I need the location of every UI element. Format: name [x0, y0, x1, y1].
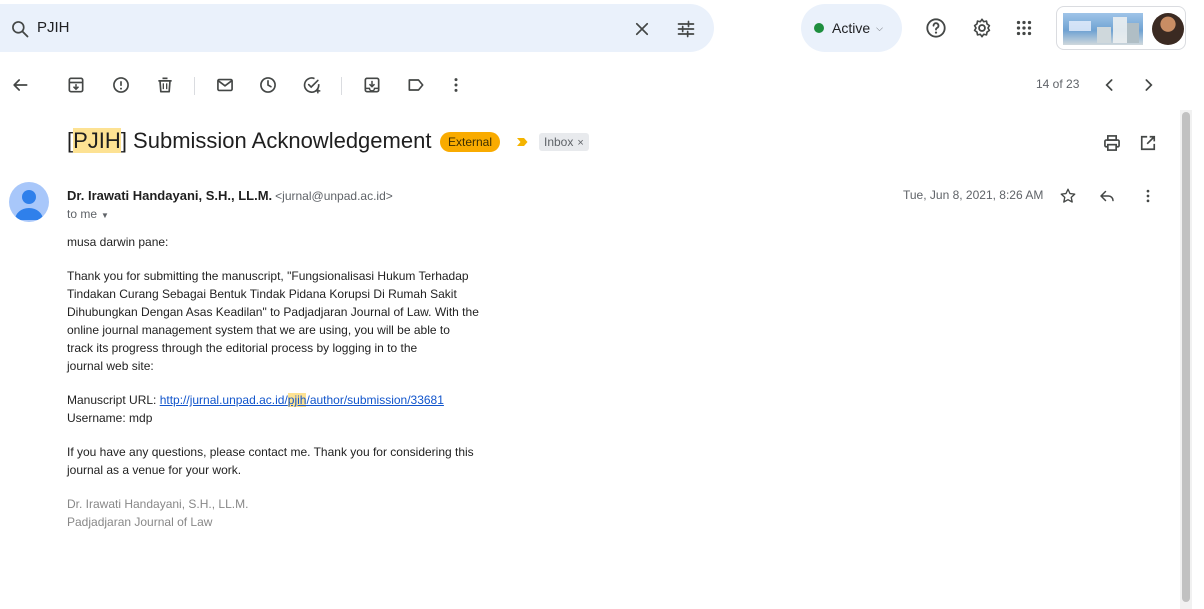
- search-icon[interactable]: [10, 19, 30, 39]
- search-options-icon[interactable]: [676, 19, 696, 39]
- sender-info: Dr. Irawati Handayani, S.H., LL.M. <jurna…: [67, 188, 393, 203]
- sender-name[interactable]: Dr. Irawati Handayani, S.H., LL.M.: [67, 188, 272, 203]
- inbox-label-text: Inbox: [544, 135, 574, 149]
- importance-marker-icon[interactable]: [515, 135, 529, 149]
- url-highlight: pjih: [287, 393, 307, 407]
- email-subject: [PJIH] Submission Acknowledgement: [67, 128, 432, 153]
- username-line: Username: mdp: [67, 411, 153, 425]
- clear-search-icon[interactable]: [633, 20, 651, 38]
- signature: Dr. Irawati Handayani, S.H., LL.M. Padja…: [67, 495, 527, 531]
- chevron-down-icon: ⌵: [876, 22, 883, 33]
- reply-icon[interactable]: [1098, 187, 1116, 205]
- submission-details: Manuscript URL: http://jurnal.unpad.ac.i…: [67, 391, 527, 427]
- search-box[interactable]: PJIH: [0, 4, 714, 52]
- body-line: Dihubungkan Dengan Asas Keadilan" to Pad…: [67, 305, 479, 319]
- mark-unread-icon[interactable]: [215, 75, 235, 95]
- apps-grid-icon[interactable]: [1013, 17, 1035, 39]
- delete-icon[interactable]: [155, 75, 175, 95]
- gear-icon[interactable]: [971, 17, 993, 39]
- greeting: musa darwin pane:: [67, 235, 169, 249]
- search-input[interactable]: PJIH: [37, 19, 70, 36]
- top-bar: PJIH Active ⌵: [0, 0, 1204, 60]
- signature-org: Padjadjaran Journal of Law: [67, 515, 213, 529]
- body-line: journal as a venue for your work.: [67, 463, 242, 477]
- snooze-icon[interactable]: [258, 75, 278, 95]
- older-chevron-icon[interactable]: [1138, 75, 1158, 95]
- message-date: Tue, Jun 8, 2021, 8:26 AM: [903, 188, 1044, 202]
- body-line: Thank you for submitting the manuscript,…: [67, 269, 469, 283]
- status-dot-icon: [814, 23, 824, 33]
- report-spam-icon[interactable]: [111, 75, 131, 95]
- message-toolbar: 14 of 23: [0, 64, 1180, 106]
- body-line: track its progress through the editorial…: [67, 341, 418, 355]
- subject-highlight: PJIH: [73, 128, 121, 153]
- organization-logo: [1063, 13, 1143, 45]
- label-icon[interactable]: [406, 75, 426, 95]
- body-line: Tindakan Curang Sebagai Bentuk Tindak Pi…: [67, 287, 457, 301]
- inbox-label-chip: Inbox ×: [539, 133, 589, 151]
- account-switcher[interactable]: [1056, 6, 1186, 50]
- star-icon[interactable]: [1059, 187, 1077, 205]
- recipient-details[interactable]: to me ▼: [67, 207, 109, 221]
- archive-icon[interactable]: [66, 75, 86, 95]
- scrollbar-thumb[interactable]: [1182, 112, 1190, 602]
- body-paragraph-1: Thank you for submitting the manuscript,…: [67, 267, 527, 375]
- message-more-icon[interactable]: [1139, 187, 1157, 205]
- subject-text: Submission Acknowledgement: [126, 128, 432, 153]
- body-paragraph-3: If you have any questions, please contac…: [67, 443, 527, 479]
- move-to-icon[interactable]: [362, 75, 382, 95]
- more-options-icon[interactable]: [446, 75, 466, 95]
- body-line: journal web site:: [67, 359, 154, 373]
- manuscript-link[interactable]: http://jurnal.unpad.ac.id/pjih/author/su…: [160, 393, 444, 407]
- manuscript-label: Manuscript URL:: [67, 393, 160, 407]
- open-in-new-window-icon[interactable]: [1138, 133, 1158, 153]
- newer-chevron-icon[interactable]: [1100, 75, 1120, 95]
- sender-avatar[interactable]: [9, 182, 49, 222]
- toolbar-divider: [194, 77, 195, 95]
- caret-down-icon[interactable]: ▼: [101, 211, 109, 220]
- body-line: online journal management system that we…: [67, 323, 450, 337]
- body-line: If you have any questions, please contac…: [67, 445, 474, 459]
- back-arrow-icon[interactable]: [10, 75, 30, 95]
- print-icon[interactable]: [1102, 133, 1122, 153]
- status-label: Active: [832, 20, 871, 36]
- sender-email: <jurnal@unpad.ac.id>: [275, 189, 393, 203]
- add-to-tasks-icon[interactable]: [302, 75, 322, 95]
- remove-label-button[interactable]: ×: [577, 137, 583, 149]
- external-badge: External: [440, 132, 501, 152]
- recipient-text: to me: [67, 207, 98, 221]
- status-selector[interactable]: Active ⌵: [801, 4, 902, 52]
- help-icon[interactable]: [925, 17, 947, 39]
- avatar[interactable]: [1152, 13, 1184, 45]
- pagination-count: 14 of 23: [1036, 77, 1080, 91]
- manuscript-url-line: Manuscript URL: http://jurnal.unpad.ac.i…: [67, 391, 527, 409]
- email-body: musa darwin pane: Thank you for submitti…: [67, 233, 527, 531]
- signature-name: Dr. Irawati Handayani, S.H., LL.M.: [67, 497, 249, 511]
- toolbar-divider: [341, 77, 342, 95]
